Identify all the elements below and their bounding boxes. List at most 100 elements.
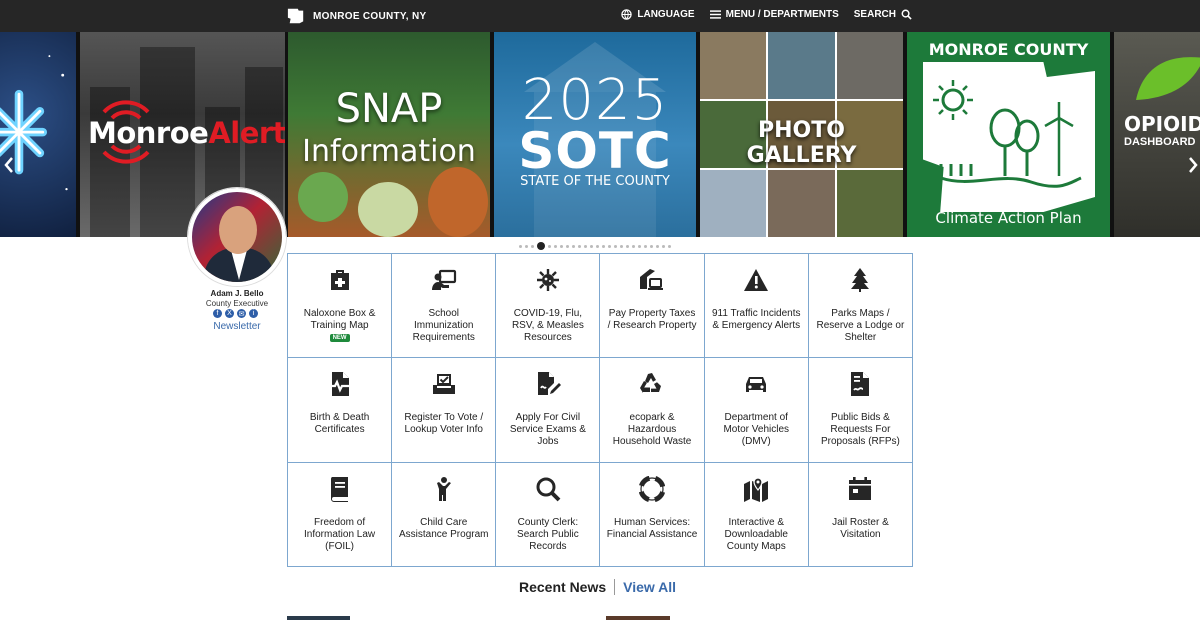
service-tile-label: Apply For Civil Service Exams & Jobs: [509, 412, 586, 448]
map-pin-icon: [742, 475, 770, 503]
service-tile-label: Interactive & Downloadable County Maps: [724, 516, 788, 552]
carousel-dot[interactable]: [656, 244, 659, 248]
top-nav: LANGUAGE MENU / DEPARTMENTS SEARCH: [621, 9, 912, 20]
slide-snap[interactable]: SNAP Information: [288, 32, 490, 237]
service-tile-label: Public Bids & Requests For Proposals (RF…: [820, 412, 900, 448]
carousel-dot[interactable]: [638, 244, 641, 248]
slide-sotc[interactable]: 2025 SOTC STATE OF THE COUNTY: [494, 32, 696, 237]
language-button[interactable]: LANGUAGE: [621, 9, 695, 20]
slide-climate-action[interactable]: MONROE COUNTY Climate Action Plan: [907, 32, 1110, 237]
news-thumbnail[interactable]: [287, 616, 350, 620]
news-thumbnail[interactable]: [606, 616, 670, 620]
executive-social-links: f X ✉ i: [213, 309, 258, 318]
search-button[interactable]: SEARCH: [854, 9, 912, 20]
service-tiles-grid: Naloxone Box & Training Map NEW School Imm…: [287, 253, 913, 567]
carousel-dot[interactable]: [668, 244, 671, 248]
carousel-dot[interactable]: [596, 244, 599, 248]
x-icon[interactable]: X: [225, 309, 234, 318]
service-tile[interactable]: Freedom of Information Law (FOIL): [288, 462, 393, 567]
photo-gallery-title: PHOTO GALLERY: [746, 118, 857, 168]
chevron-left-icon: [4, 157, 13, 173]
carousel-dot[interactable]: [644, 244, 647, 248]
site-brand[interactable]: MONROE COUNTY, NY: [287, 7, 426, 25]
climate-title: MONROE COUNTY: [928, 40, 1089, 59]
carousel-dot[interactable]: [578, 244, 581, 248]
carousel-dot[interactable]: [590, 244, 593, 248]
service-tile[interactable]: Pay Property Taxes / Research Property: [600, 254, 705, 359]
service-tile[interactable]: Child Care Assistance Program: [392, 462, 497, 567]
ballot-box-icon: [430, 370, 458, 398]
executive-avatar[interactable]: [188, 188, 286, 286]
service-tile[interactable]: Public Bids & Requests For Proposals (RF…: [808, 358, 913, 463]
opioid-title: OPIOID: [1124, 112, 1200, 136]
facebook-icon[interactable]: f: [213, 309, 222, 318]
carousel-prev-button[interactable]: [0, 154, 18, 176]
service-tile[interactable]: School Immunization Requirements: [392, 254, 497, 359]
life-ring-icon: [638, 475, 666, 503]
service-tile[interactable]: Interactive & Downloadable County Maps: [704, 462, 809, 567]
carousel-dot[interactable]: [572, 244, 575, 248]
service-tile-label: School Immunization Requirements: [412, 308, 475, 343]
slide-photo-gallery[interactable]: PHOTO GALLERY: [700, 32, 903, 237]
search-label: SEARCH: [853, 9, 896, 20]
service-tile[interactable]: Apply For Civil Service Exams & Jobs: [496, 358, 601, 463]
service-tile[interactable]: Human Services: Financial Assistance: [600, 462, 705, 567]
service-tile[interactable]: Jail Roster & Visitation: [808, 462, 913, 567]
menu-label: MENU / DEPARTMENTS: [725, 9, 839, 20]
globe-icon: [621, 9, 633, 20]
service-tile[interactable]: Department of Motor Vehicles (DMV): [704, 358, 809, 463]
carousel-dot[interactable]: [608, 244, 611, 248]
carousel-dot[interactable]: [554, 244, 557, 248]
sotc-title: SOTC: [518, 122, 672, 180]
recent-news-header: Recent News View All: [519, 579, 676, 595]
magnifier-icon: [534, 475, 562, 503]
service-tile-label: Naloxone Box & Training Map: [303, 308, 376, 331]
recycle-icon: [638, 370, 666, 398]
warning-icon: [742, 266, 770, 294]
service-tile[interactable]: Parks Maps / Reserve a Lodge or Shelter: [808, 254, 913, 359]
service-tile[interactable]: Birth & Death Certificates: [288, 358, 393, 463]
slide-opioid-dashboard[interactable]: OPIOID DASHBOARD: [1114, 32, 1200, 237]
chevron-right-icon: [1189, 157, 1198, 173]
file-waveform-icon: [326, 370, 354, 398]
email-icon[interactable]: ✉: [237, 309, 246, 318]
carousel-dot[interactable]: [548, 244, 551, 248]
carousel-next-button[interactable]: [1184, 154, 1200, 176]
menu-button[interactable]: MENU / DEPARTMENTS: [709, 9, 839, 20]
carousel-dot[interactable]: [650, 244, 653, 248]
sotc-subtitle: STATE OF THE COUNTY: [520, 174, 670, 189]
carousel-dot[interactable]: [602, 244, 605, 248]
service-tile[interactable]: ecopark & Hazardous Household Waste: [600, 358, 705, 463]
carousel-dot[interactable]: [531, 244, 534, 248]
carousel-dot[interactable]: [566, 244, 569, 248]
carousel-dot[interactable]: [560, 244, 563, 248]
carousel-dot[interactable]: [614, 244, 617, 248]
carousel-dot[interactable]: [525, 244, 528, 248]
carousel-dot[interactable]: [632, 244, 635, 248]
service-tile-label: Parks Maps / Reserve a Lodge or Shelter: [816, 308, 905, 343]
service-tile-label: COVID-19, Flu, RSV, & Measles Resources: [511, 308, 584, 343]
carousel-dot[interactable]: [620, 244, 623, 248]
snowflake-icon: [0, 55, 68, 191]
service-tile[interactable]: Register To Vote / Lookup Voter Info: [392, 358, 497, 463]
service-tile[interactable]: County Clerk: Search Public Records: [496, 462, 601, 567]
climate-illustration-icon: [933, 80, 1082, 188]
opioid-subtitle: DASHBOARD: [1124, 136, 1196, 148]
snap-title: SNAP: [335, 86, 443, 132]
carousel-dot[interactable]: [519, 244, 522, 248]
view-all-news-link[interactable]: View All: [615, 579, 676, 595]
carousel-dot[interactable]: [662, 244, 665, 248]
service-tile-label: Birth & Death Certificates: [309, 412, 370, 436]
executive-title: County Executive: [205, 299, 269, 308]
slide-winter[interactable]: [0, 32, 76, 237]
newsletter-link[interactable]: Newsletter: [188, 321, 286, 332]
service-tile[interactable]: Naloxone Box & Training Map NEW: [288, 254, 393, 359]
carousel-dot[interactable]: [626, 244, 629, 248]
carousel-dot[interactable]: [584, 244, 587, 248]
executive-name: Adam J. Bello: [210, 289, 264, 298]
climate-subtitle: Climate Action Plan: [935, 209, 1082, 227]
info-icon[interactable]: i: [249, 309, 258, 318]
service-tile[interactable]: 911 Traffic Incidents & Emergency Alerts: [704, 254, 809, 359]
service-tile[interactable]: COVID-19, Flu, RSV, & Measles Resources: [496, 254, 601, 359]
carousel-dot[interactable]: [537, 242, 545, 250]
